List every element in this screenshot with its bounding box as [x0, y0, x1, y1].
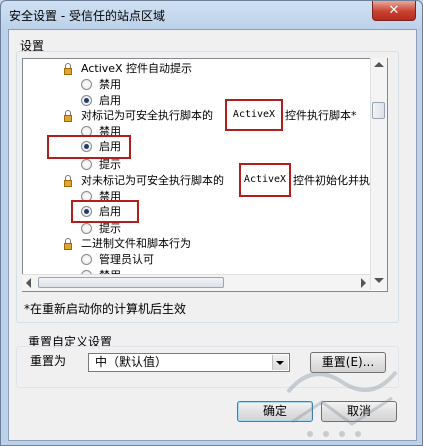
restart-note: *在重新启动你的计算机后生效	[24, 302, 187, 316]
radio-label: 管理员认可	[99, 253, 154, 266]
scroll-thumb[interactable]	[38, 277, 224, 288]
radio-label: 启用	[99, 140, 121, 153]
list-item-label: 二进制文件和脚本行为	[81, 237, 191, 250]
close-icon: ✕	[388, 3, 400, 18]
lock-icon	[63, 63, 73, 75]
lock-icon	[63, 175, 73, 187]
radio-option[interactable]: 启用	[81, 204, 121, 220]
list-item-label: ActiveX 控件自动提示	[81, 62, 193, 75]
list-item-label-suffix: 控件初始化并执	[293, 174, 370, 187]
radio-button-icon[interactable]	[81, 254, 92, 265]
list-item-label-suffix: 控件执行脚本*	[285, 109, 357, 122]
radio-label: 提示	[99, 158, 121, 171]
settings-list[interactable]: ActiveX 控件自动提示 禁用 启用 对标记为可安全执行脚本的 Active…	[22, 58, 388, 292]
scroll-down-icon[interactable]	[374, 278, 384, 283]
radio-label: 禁用	[99, 78, 121, 91]
lock-icon	[63, 238, 73, 250]
select-value: 中（默认值）	[95, 355, 168, 369]
watermark-logo-icon	[286, 370, 398, 437]
close-button[interactable]: ✕	[372, 1, 416, 21]
radio-label: 启用	[99, 94, 121, 107]
radio-option[interactable]: 管理员认可	[81, 252, 154, 268]
horizontal-scrollbar[interactable]	[22, 274, 370, 291]
list-item-header: 二进制文件和脚本行为	[63, 236, 191, 252]
activex-highlight: ActiveX	[239, 163, 291, 197]
vertical-scrollbar[interactable]	[370, 58, 387, 290]
radio-option[interactable]: 禁用	[81, 77, 121, 93]
radio-button-icon[interactable]	[81, 95, 92, 106]
radio-button-icon[interactable]	[81, 79, 92, 90]
activex-highlight: ActiveX	[225, 99, 283, 131]
radio-button-icon[interactable]	[81, 141, 92, 152]
reset-to-label: 重置为	[30, 354, 67, 368]
list-item-label-prefix: 对标记为可安全执行脚本的	[81, 109, 213, 122]
radio-button-icon[interactable]	[81, 206, 92, 217]
radio-label: 提示	[99, 222, 121, 235]
radio-button-icon[interactable]	[81, 223, 92, 234]
reset-level-select[interactable]: 中（默认值）	[88, 353, 290, 372]
list-item-header: ActiveX 控件自动提示	[63, 61, 192, 77]
scroll-up-icon[interactable]	[374, 62, 384, 67]
radio-label: 启用	[99, 205, 121, 218]
scroll-left-icon[interactable]	[26, 278, 31, 288]
radio-option[interactable]: 提示	[81, 157, 121, 173]
scroll-thumb[interactable]	[372, 102, 385, 119]
scroll-right-icon[interactable]	[361, 278, 366, 288]
radio-option[interactable]: 启用	[81, 139, 121, 155]
window-title: 安全设置 - 受信任的站点区域	[9, 9, 165, 23]
radio-button-icon[interactable]	[81, 159, 92, 170]
title-bar[interactable]: 安全设置 - 受信任的站点区域 ✕	[1, 1, 422, 29]
list-item-label-prefix: 对未标记为可安全执行脚本的	[81, 174, 224, 187]
radio-option[interactable]: 启用	[81, 93, 121, 109]
radio-option[interactable]: 提示	[81, 221, 121, 237]
lock-icon	[63, 110, 73, 122]
